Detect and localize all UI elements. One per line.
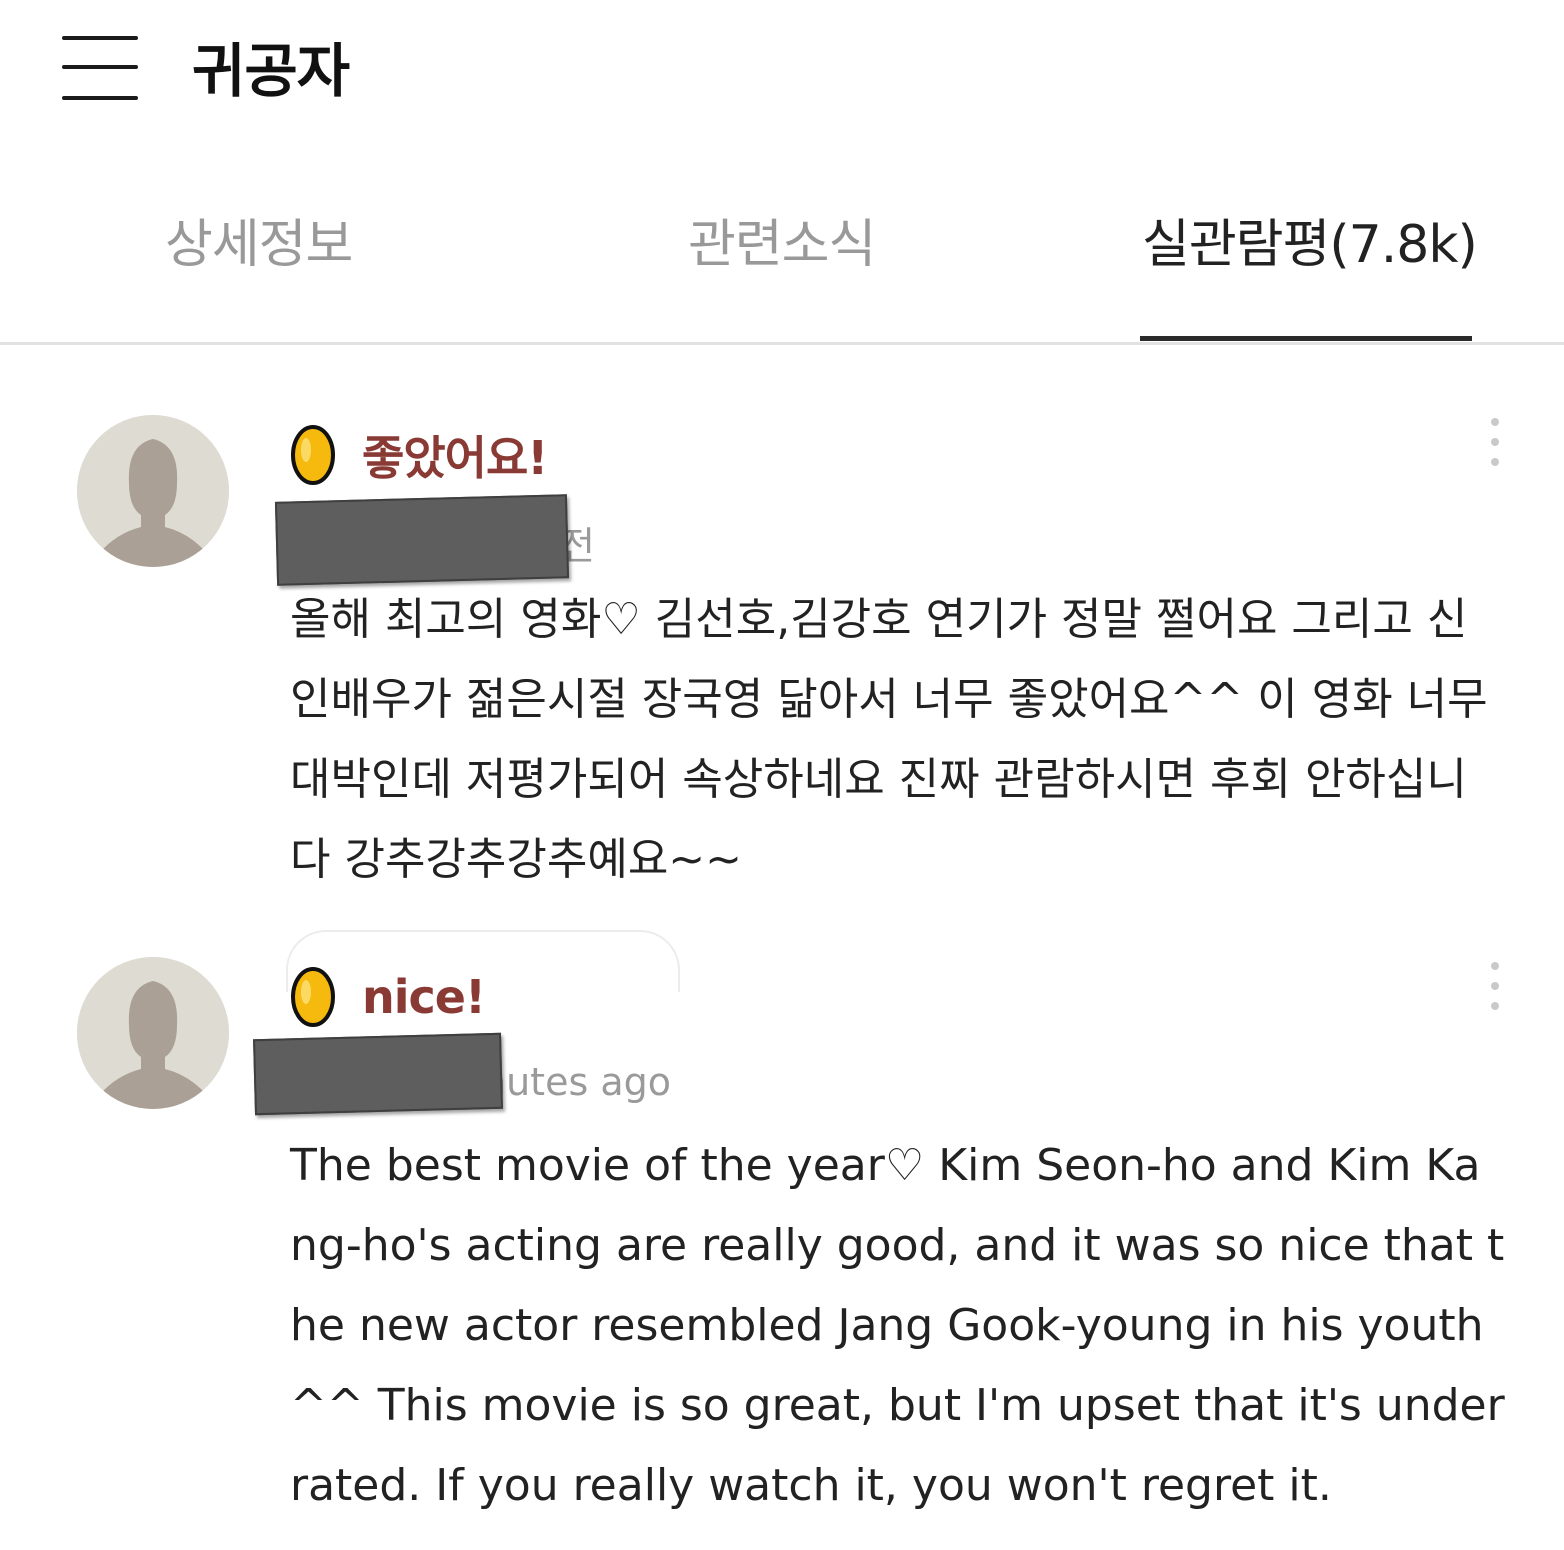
rating-label: nice! bbox=[362, 970, 486, 1024]
tab-reviews[interactable]: 실관람평(7.8k) bbox=[1142, 210, 1478, 280]
active-tab-indicator bbox=[1140, 336, 1472, 341]
rating: nice! bbox=[290, 962, 486, 1032]
review-body: 올해 최고의 영화♡ 김선호,김강호 연기가 정말 쩔어요 그리고 신인배우가 … bbox=[290, 594, 1488, 885]
menu-icon[interactable] bbox=[62, 36, 138, 102]
app-header: 귀공자 bbox=[0, 0, 1564, 140]
tab-bar: 상세정보 관련소식 실관람평(7.8k) bbox=[0, 190, 1564, 345]
review-meta: nutes ago bbox=[482, 1060, 671, 1104]
more-options-icon[interactable] bbox=[1486, 962, 1504, 1012]
review-body: The best movie of the year♡ Kim Seon-ho … bbox=[290, 1140, 1505, 1511]
more-options-icon[interactable] bbox=[1486, 418, 1504, 468]
redaction-box bbox=[253, 1032, 503, 1116]
redaction-box bbox=[274, 494, 570, 586]
rating-label: 좋았어요! bbox=[362, 431, 548, 485]
page-title: 귀공자 bbox=[192, 37, 350, 105]
tab-news[interactable]: 관련소식 bbox=[688, 210, 876, 280]
avatar bbox=[77, 415, 229, 567]
avatar bbox=[77, 957, 229, 1109]
tab-details[interactable]: 상세정보 bbox=[165, 210, 353, 280]
egg-rating-icon bbox=[291, 967, 335, 1027]
rating: 좋았어요! bbox=[290, 420, 548, 490]
egg-rating-icon bbox=[291, 425, 335, 485]
